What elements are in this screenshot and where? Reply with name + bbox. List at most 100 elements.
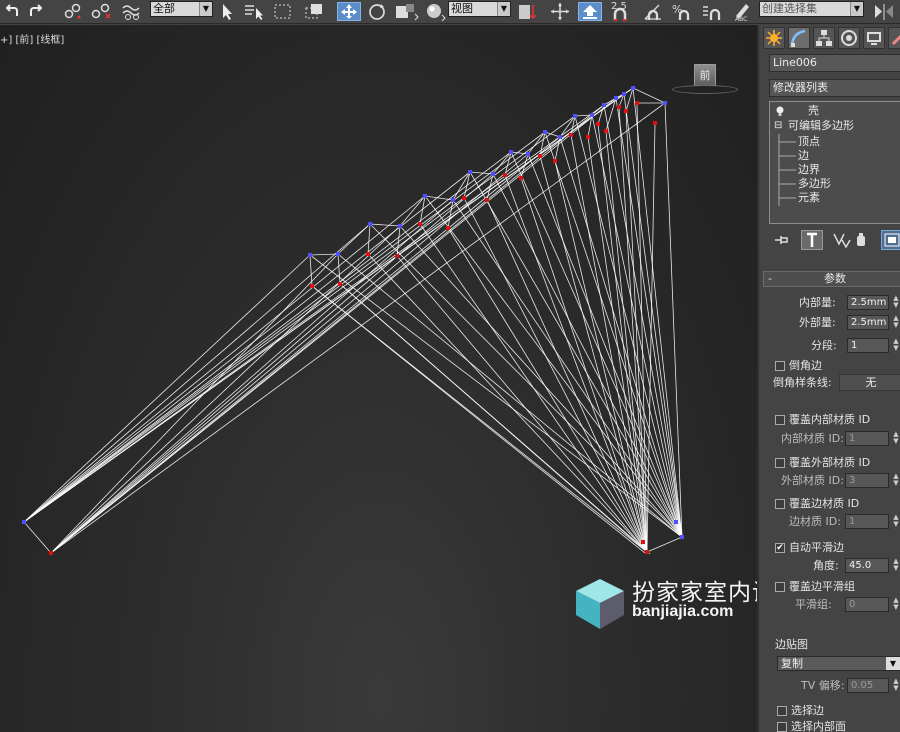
mirror-icon[interactable] [872, 2, 896, 21]
vertex-blue[interactable] [451, 198, 455, 202]
vertex-red[interactable] [519, 176, 523, 180]
override-outer-mat-checkbox[interactable] [775, 458, 785, 468]
vertex-blue[interactable] [468, 170, 472, 174]
vertex-blue[interactable] [398, 224, 402, 228]
bevel-edges-checkbox[interactable] [775, 361, 785, 371]
modify-tab-icon[interactable] [788, 27, 810, 49]
select-object-icon[interactable] [217, 2, 239, 21]
link-icon[interactable] [62, 2, 84, 21]
viewcube[interactable]: 前 [672, 60, 738, 96]
vertex-blue[interactable] [602, 103, 606, 107]
stack-item-editable-poly[interactable]: 可编辑多边形 [788, 119, 854, 133]
select-scale-icon[interactable] [394, 2, 420, 21]
configure-modifier-sets-icon[interactable] [881, 230, 900, 250]
vertex-red[interactable] [310, 284, 314, 288]
vertex-blue[interactable] [680, 535, 684, 539]
outer-amount-input[interactable]: 2.5mm [847, 315, 889, 330]
override-smooth-group-checkbox[interactable] [775, 582, 785, 592]
vertex-blue[interactable] [509, 150, 513, 154]
vertex-red[interactable] [462, 196, 466, 200]
vertex-red[interactable] [641, 540, 645, 544]
edge-mat-id-spinner[interactable]: ▲ ▼ [891, 514, 900, 529]
lightbulb-icon[interactable] [775, 106, 785, 116]
select-rotate-icon[interactable] [366, 2, 388, 21]
window-crossing-icon[interactable] [303, 2, 327, 21]
percent-snap-icon[interactable]: % [670, 2, 694, 21]
reference-coord-dropdown[interactable]: 视图 ▼ [448, 1, 511, 17]
vertex-blue[interactable] [336, 252, 340, 256]
viewport-menu-button[interactable]: +] [0, 35, 12, 46]
modifier-list-dropdown[interactable]: 修改器列表 [769, 79, 900, 97]
vertex-red[interactable] [645, 550, 649, 554]
vertex-blue[interactable] [614, 96, 618, 100]
show-end-result-icon[interactable] [801, 230, 823, 250]
object-name-field[interactable]: Line006 [769, 54, 900, 72]
tv-offset-input[interactable]: 0.05 [847, 678, 889, 693]
vertex-blue[interactable] [622, 92, 626, 96]
stack-subitem-element[interactable]: 元素 [798, 191, 820, 205]
vertex-red[interactable] [653, 121, 657, 125]
stack-subitem-vertex[interactable]: 顶点 [798, 135, 820, 149]
vertex-blue[interactable] [543, 130, 547, 134]
vertex-red[interactable] [569, 133, 573, 137]
utilities-tab-icon[interactable] [888, 27, 900, 49]
override-edge-mat-checkbox[interactable] [775, 499, 785, 509]
outer-mat-id-spinner[interactable]: ▲ ▼ [891, 473, 900, 488]
collapse-icon[interactable]: - [768, 272, 772, 286]
vertex-red[interactable] [596, 122, 600, 126]
front-viewport[interactable]: +] [前] [线框] 前 扮家家室内设计 banjiajia.com [0, 25, 757, 732]
vertex-blue[interactable] [674, 520, 678, 524]
vertex-red[interactable] [586, 135, 590, 139]
vertex-red[interactable] [366, 252, 370, 256]
viewcube-face[interactable]: 前 [694, 64, 716, 86]
named-selection-set-dropdown[interactable]: 创建选择集 ▼ [759, 1, 864, 17]
placement-icon[interactable] [424, 2, 448, 21]
vertex-blue[interactable] [423, 194, 427, 198]
stack-subitem-polygon[interactable]: 多边形 [798, 177, 831, 191]
vertex-blue[interactable] [308, 253, 312, 257]
override-inner-mat-checkbox[interactable] [775, 415, 785, 425]
vertex-red[interactable] [418, 222, 422, 226]
keyboard-shortcut-override-icon[interactable] [578, 2, 602, 21]
select-inner-faces-checkbox[interactable] [777, 722, 787, 732]
display-tab-icon[interactable] [863, 27, 885, 49]
vertex-blue[interactable] [590, 113, 594, 117]
auto-smooth-checkbox[interactable]: ✔ [775, 543, 785, 553]
inner-amount-input[interactable]: 2.5mm [847, 295, 889, 310]
motion-tab-icon[interactable] [838, 27, 860, 49]
segments-spinner[interactable]: ▲ ▼ [891, 338, 900, 353]
vertex-red[interactable] [49, 551, 53, 555]
expand-icon[interactable]: ⊟ [774, 119, 782, 133]
vertex-red[interactable] [538, 154, 542, 158]
vertex-red[interactable] [635, 101, 639, 105]
angle-spinner[interactable]: ▲ ▼ [891, 558, 900, 573]
select-edges-checkbox[interactable] [777, 706, 787, 716]
vertex-blue[interactable] [663, 101, 667, 105]
stack-item-shell[interactable]: 壳 [808, 104, 819, 118]
pivot-center-icon[interactable] [516, 2, 542, 21]
bind-spacewarp-icon[interactable] [120, 2, 144, 21]
vertex-blue[interactable] [573, 114, 577, 118]
vertex-red[interactable] [604, 129, 608, 133]
undo-icon[interactable] [2, 2, 22, 21]
stack-subitem-border[interactable]: 边界 [798, 163, 820, 177]
redo-icon[interactable] [26, 2, 48, 21]
selection-filter-dropdown[interactable]: 全部 ▼ [150, 1, 213, 17]
vertex-blue[interactable] [526, 152, 530, 156]
segments-input[interactable]: 1 [847, 338, 889, 353]
make-unique-icon[interactable] [831, 230, 853, 250]
vertex-blue[interactable] [631, 86, 635, 90]
viewport-view-button[interactable]: [前] [15, 35, 33, 46]
vertex-red[interactable] [553, 159, 557, 163]
vertex-red[interactable] [446, 226, 450, 230]
vertex-blue[interactable] [22, 520, 26, 524]
edge-mat-id-input[interactable]: 1 [845, 514, 889, 529]
pin-stack-icon[interactable] [771, 230, 793, 250]
viewport-shading-button[interactable]: [线框] [36, 35, 64, 46]
spinner-snap-icon[interactable] [700, 2, 724, 21]
select-manipulate-icon[interactable] [548, 2, 572, 21]
vertex-red[interactable] [338, 282, 342, 286]
vertex-red[interactable] [503, 173, 507, 177]
vertex-red[interactable] [485, 198, 489, 202]
create-tab-icon[interactable] [763, 27, 785, 49]
